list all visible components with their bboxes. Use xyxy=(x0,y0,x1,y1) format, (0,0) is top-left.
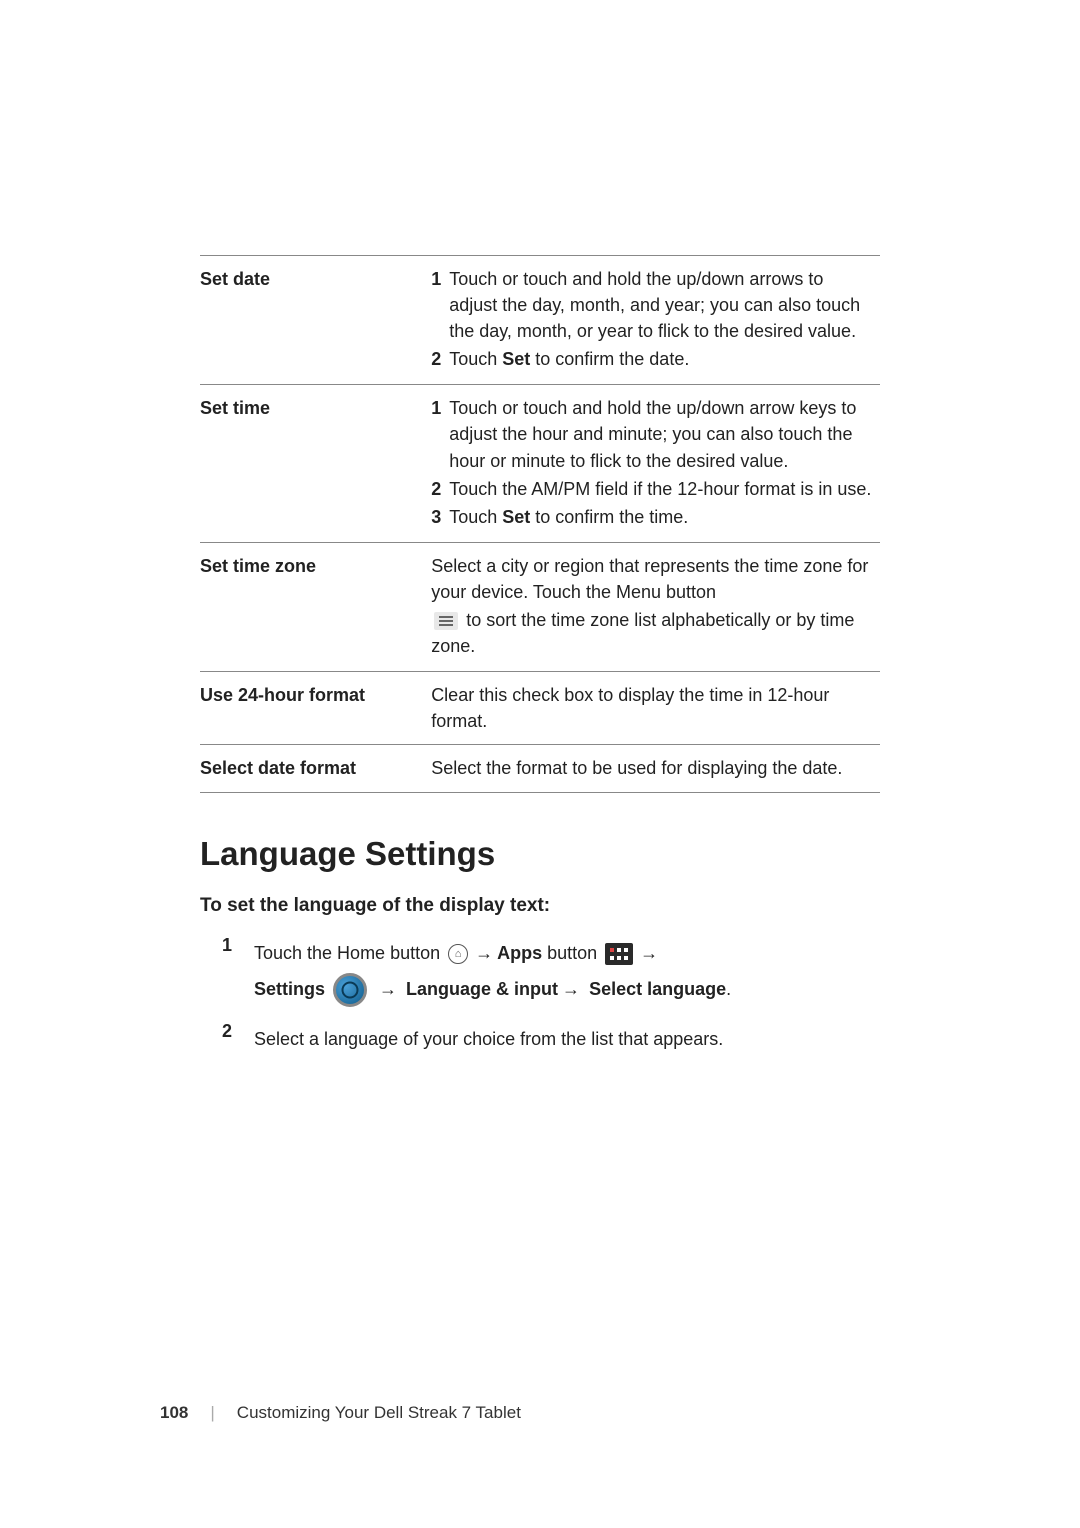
setting-label: Set time xyxy=(200,385,431,542)
table-row: Select date format Select the format to … xyxy=(200,745,880,792)
language-settings-heading: Language Settings xyxy=(200,835,880,873)
menu-icon xyxy=(434,612,458,630)
setting-label: Set time zone xyxy=(200,542,431,671)
list-item: Select a city or region that represents … xyxy=(431,553,874,605)
setting-label: Set date xyxy=(200,256,431,385)
setting-description: Clear this check box to display the time… xyxy=(431,672,880,745)
table-row: Use 24-hour format Clear this check box … xyxy=(200,672,880,745)
steps-list: 1 Touch the Home button ⌂→Apps button → … xyxy=(200,935,880,1057)
settings-table: Set date 1 Touch or touch and hold the u… xyxy=(200,255,880,793)
table-row: Set time 1 Touch or touch and hold the u… xyxy=(200,385,880,542)
home-icon: ⌂ xyxy=(448,944,468,964)
list-item: 2 Touch the AM/PM field if the 12-hour f… xyxy=(431,476,874,502)
table-row: Set time zone Select a city or region th… xyxy=(200,542,880,671)
apps-icon xyxy=(605,943,633,965)
step-item: 2 Select a language of your choice from … xyxy=(222,1021,880,1057)
footer-title: Customizing Your Dell Streak 7 Tablet xyxy=(237,1403,521,1423)
setting-label: Use 24-hour format xyxy=(200,672,431,745)
list-item: 2 Touch Set to confirm the date. xyxy=(431,346,874,372)
page-footer: 108 | Customizing Your Dell Streak 7 Tab… xyxy=(160,1403,521,1423)
list-item: 1 Touch or touch and hold the up/down ar… xyxy=(431,266,874,344)
setting-description: Select the format to be used for display… xyxy=(431,745,880,792)
list-item: to sort the time zone list alphabeticall… xyxy=(431,607,874,659)
footer-separator: | xyxy=(210,1403,214,1423)
subheading: To set the language of the display text: xyxy=(200,895,880,917)
list-item: 3 Touch Set to confirm the time. xyxy=(431,504,874,530)
step-item: 1 Touch the Home button ⌂→Apps button → … xyxy=(222,935,880,1007)
list-item: 1 Touch or touch and hold the up/down ar… xyxy=(431,395,874,473)
setting-label: Select date format xyxy=(200,745,431,792)
table-row: Set date 1 Touch or touch and hold the u… xyxy=(200,256,880,385)
page-number: 108 xyxy=(160,1403,188,1423)
settings-icon xyxy=(333,973,367,1007)
